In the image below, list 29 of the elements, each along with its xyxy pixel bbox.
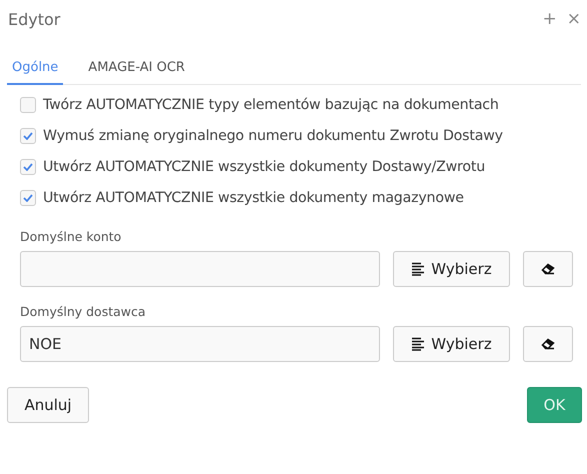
select-button[interactable]: Wybierz	[393, 251, 510, 287]
checkbox[interactable]	[20, 97, 36, 113]
checkbox-label: Twórz AUTOMATYCZNIE typy elementów bazując na dokumentach	[43, 97, 499, 113]
list-icon	[411, 337, 426, 351]
select-button[interactable]: Wybierz	[393, 326, 510, 362]
input-field[interactable]	[20, 251, 380, 287]
window-title: Edytor	[8, 10, 60, 28]
checkbox[interactable]	[20, 190, 36, 206]
field-label: Domyślne konto	[20, 229, 122, 244]
check-icon	[23, 132, 33, 140]
checkbox-label: Wymuś zmianę oryginalnego numeru dokumentu Zwrotu Dostawy	[43, 128, 503, 144]
field-label: Domyślny dostawca	[20, 304, 146, 319]
close-button[interactable]: ×	[566, 9, 581, 29]
eraser-icon	[540, 262, 556, 276]
input-field[interactable]: NOE	[20, 326, 380, 362]
tab[interactable]: AMAGE-AI OCR	[83, 56, 190, 85]
check-icon	[23, 194, 33, 202]
checkbox[interactable]	[20, 159, 36, 175]
clear-button[interactable]	[523, 251, 573, 287]
add-button[interactable]: +	[542, 9, 557, 29]
checkbox[interactable]	[20, 128, 36, 144]
checkbox-label: Utwórz AUTOMATYCZNIE wszystkie dokumenty magazynowe	[43, 190, 464, 206]
list-icon	[411, 262, 426, 276]
checkbox-label: Utwórz AUTOMATYCZNIE wszystkie dokumenty Dostawy/Zwrotu	[43, 159, 486, 175]
eraser-icon	[540, 338, 556, 350]
tab[interactable]: Ogólne	[7, 56, 64, 85]
clear-button[interactable]	[523, 326, 573, 362]
cancel-button[interactable]: Anuluj	[7, 387, 89, 423]
check-icon	[23, 163, 33, 171]
